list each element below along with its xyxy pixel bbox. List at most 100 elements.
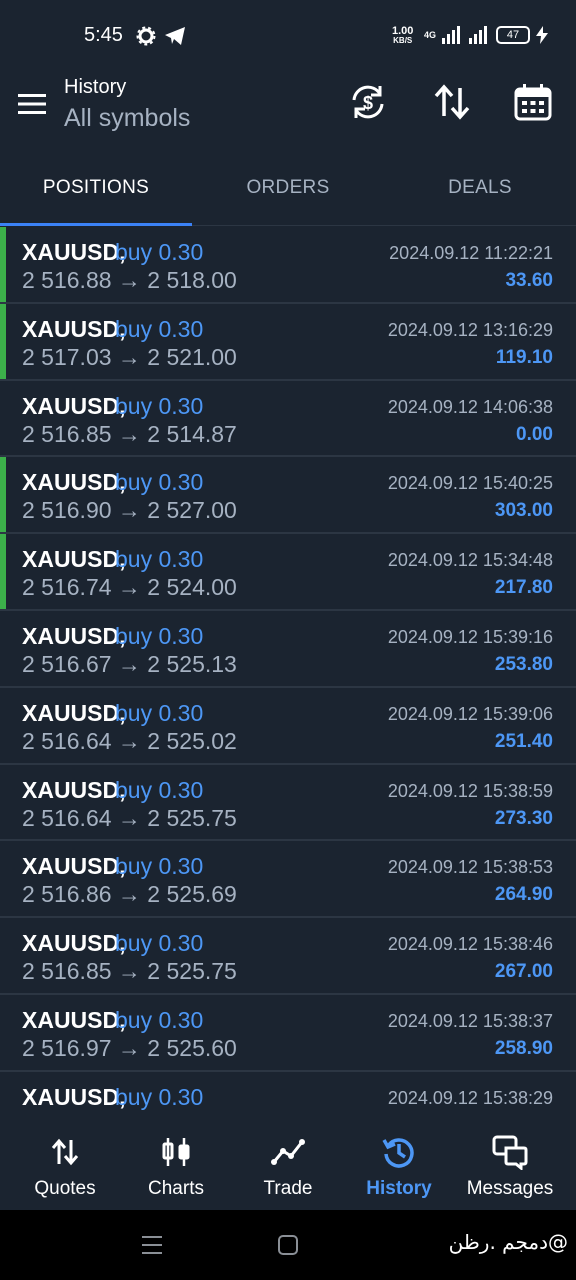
- nav-charts[interactable]: Charts: [121, 1122, 231, 1210]
- position-symbol: XAUUSD,: [22, 315, 126, 342]
- charging-icon: [536, 26, 549, 44]
- position-prices: 2 516.74 → 2 524.00: [22, 574, 237, 601]
- messages-icon: [492, 1135, 528, 1170]
- position-side: buy 0.30: [115, 392, 204, 419]
- home-icon[interactable]: [275, 1232, 301, 1258]
- page-title: History: [64, 76, 127, 98]
- charts-icon: [162, 1138, 190, 1166]
- position-symbol: XAUUSD,: [22, 699, 126, 726]
- profit-marker: [0, 457, 6, 533]
- history-icon: [382, 1138, 414, 1168]
- position-row[interactable]: XAUUSD, buy 0.30 2 516.85 → 2 525.75 2024.0…: [0, 918, 576, 995]
- position-profit: 303.00: [494, 500, 553, 522]
- telegram-icon: [165, 27, 185, 45]
- profit-marker: [0, 227, 6, 302]
- position-prices: 2 516.85 → 2 514.87: [22, 420, 237, 447]
- watermark-text: دمجم .رظن@: [448, 1230, 568, 1254]
- position-row[interactable]: XAUUSD, buy 0.30 2 516.85 → 2 514.87 2024.0…: [0, 381, 576, 458]
- currency-exchange-icon[interactable]: $: [348, 82, 388, 122]
- position-time: 2024.09.12 15:34:48: [387, 550, 553, 571]
- app-header: History All symbols $: [0, 72, 576, 148]
- position-profit: 258.90: [494, 1037, 553, 1059]
- sort-icon[interactable]: [432, 82, 472, 122]
- symbol-filter[interactable]: All symbols: [64, 104, 190, 133]
- position-side: buy 0.30: [115, 622, 204, 649]
- position-side: buy 0.30: [115, 930, 204, 957]
- position-time: 2024.09.12 15:40:25: [387, 473, 553, 494]
- tab-positions[interactable]: POSITIONS: [0, 152, 192, 224]
- nav-label: Charts: [148, 1178, 204, 1199]
- position-symbol: XAUUSD,: [22, 776, 126, 803]
- position-side: buy 0.30: [115, 546, 204, 573]
- profit-marker: [0, 534, 6, 609]
- nav-quotes[interactable]: Quotes: [10, 1122, 120, 1210]
- position-prices: 2 516.86 → 2 525.69: [22, 881, 237, 908]
- position-prices: 2 517.03 → 2 521.00: [22, 343, 237, 370]
- signal-icon: [469, 26, 488, 44]
- position-side: buy 0.30: [115, 239, 204, 265]
- nav-history[interactable]: History: [344, 1122, 454, 1210]
- position-row[interactable]: XAUUSD, buy 0.30 2 516.67 → 2 525.13 2024.0…: [0, 611, 576, 688]
- position-symbol: XAUUSD,: [22, 853, 126, 880]
- status-time: 5:45: [84, 24, 123, 46]
- nav-trade[interactable]: Trade: [233, 1122, 343, 1210]
- positions-list: XAUUSD, buy 0.30 2 516.88 → 2 518.00 2024.0…: [0, 227, 576, 1149]
- gear-icon: [136, 26, 156, 46]
- position-row[interactable]: XAUUSD, buy 0.30 2 516.74 → 2 524.00 2024.0…: [0, 534, 576, 611]
- position-time: 2024.09.12 15:39:06: [387, 703, 553, 724]
- position-symbol: XAUUSD,: [22, 392, 126, 419]
- position-profit: 0.00: [516, 423, 553, 445]
- nav-label: History: [366, 1178, 432, 1199]
- signal-icon: [442, 26, 461, 44]
- position-profit: 273.30: [494, 807, 553, 829]
- position-symbol: XAUUSD,: [22, 469, 126, 496]
- position-time: 2024.09.12 15:38:37: [387, 1010, 553, 1031]
- quotes-icon: [51, 1138, 79, 1166]
- nav-label: Trade: [263, 1178, 313, 1199]
- position-prices: 2 516.97 → 2 525.60: [22, 1034, 237, 1061]
- position-row[interactable]: XAUUSD, buy 0.30 2 516.97 → 2 525.60 2024.0…: [0, 995, 576, 1072]
- position-time: 2024.09.12 15:38:46: [387, 934, 553, 955]
- trade-icon: [271, 1139, 305, 1165]
- calendar-icon[interactable]: [513, 82, 553, 122]
- position-prices: 2 516.88 → 2 518.00: [22, 267, 237, 293]
- position-time: 2024.09.12 11:22:21: [389, 243, 553, 263]
- network-speed: 1.00 KB/S: [392, 25, 414, 46]
- position-symbol: XAUUSD,: [22, 1083, 126, 1110]
- position-row[interactable]: XAUUSD, buy 0.30 2 516.64 → 2 525.75 2024.0…: [0, 765, 576, 842]
- tab-orders[interactable]: ORDERS: [192, 152, 384, 224]
- position-symbol: XAUUSD,: [22, 1006, 126, 1033]
- position-profit: 217.80: [494, 577, 553, 599]
- position-row[interactable]: XAUUSD, buy 0.30 2 516.88 → 2 518.00 2024.0…: [0, 227, 576, 304]
- position-profit: 251.40: [494, 730, 553, 752]
- profit-marker: [0, 303, 6, 379]
- recent-apps-icon[interactable]: [139, 1232, 165, 1258]
- position-side: buy 0.30: [115, 1006, 204, 1033]
- position-time: 2024.09.12 15:39:16: [387, 626, 553, 647]
- position-symbol: XAUUSD,: [22, 546, 126, 573]
- position-prices: 2 516.64 → 2 525.02: [22, 727, 237, 754]
- position-symbol: XAUUSD,: [22, 239, 126, 265]
- position-side: buy 0.30: [115, 699, 204, 726]
- position-row[interactable]: XAUUSD, buy 0.30 2 516.86 → 2 525.69 2024.0…: [0, 841, 576, 919]
- position-profit: 253.80: [494, 653, 553, 675]
- position-side: buy 0.30: [115, 776, 204, 803]
- position-prices: 2 516.85 → 2 525.75: [22, 958, 237, 985]
- position-row[interactable]: XAUUSD, buy 0.30 2 516.64 → 2 525.02 2024.0…: [0, 688, 576, 765]
- position-time: 2024.09.12 14:06:38: [387, 396, 553, 417]
- nav-messages[interactable]: Messages: [455, 1122, 565, 1210]
- status-indicators: 4G 47: [424, 26, 549, 44]
- menu-icon[interactable]: [16, 92, 48, 116]
- position-prices: 2 516.64 → 2 525.75: [22, 804, 237, 831]
- position-row[interactable]: XAUUSD, buy 0.30 2 516.90 → 2 527.00 2024.0…: [0, 457, 576, 535]
- history-tabs: POSITIONS ORDERS DEALS: [0, 152, 576, 226]
- position-row[interactable]: XAUUSD, buy 0.30 2 517.03 → 2 521.00 2024.0…: [0, 303, 576, 381]
- bottom-navigation: Quotes Charts Trade History Messages: [0, 1122, 576, 1210]
- position-symbol: XAUUSD,: [22, 930, 126, 957]
- position-time: 2024.09.12 15:38:59: [387, 780, 553, 801]
- position-profit: 33.60: [505, 270, 553, 291]
- tab-deals[interactable]: DEALS: [384, 152, 576, 224]
- position-prices: 2 516.67 → 2 525.13: [22, 650, 237, 677]
- position-side: buy 0.30: [115, 469, 204, 496]
- battery-icon: 47: [496, 26, 531, 44]
